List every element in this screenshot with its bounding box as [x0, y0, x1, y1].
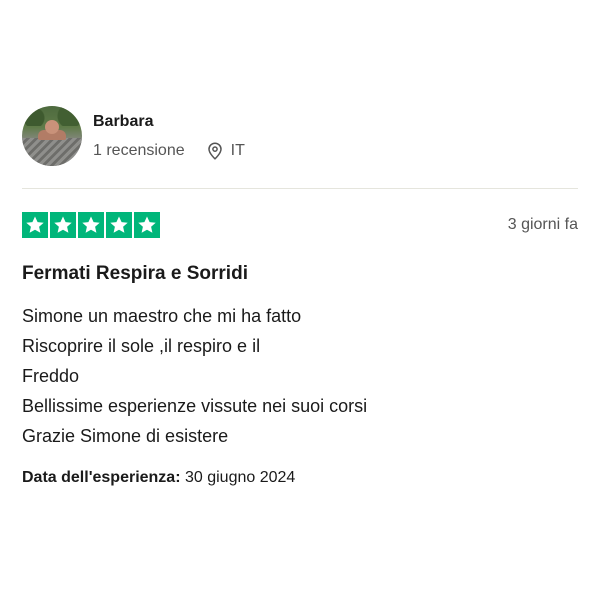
star-2	[50, 212, 76, 238]
review-body-line: Grazie Simone di esistere	[22, 426, 229, 446]
rating-row: 3 giorni fa	[22, 212, 578, 238]
star-icon	[138, 216, 156, 233]
star-icon	[54, 216, 72, 233]
reviewer-country: IT	[230, 141, 245, 159]
review-body-line: Freddo	[22, 366, 80, 386]
review-body-line: Simone un maestro che mi ha fatto	[22, 306, 302, 326]
divider	[22, 188, 578, 189]
reviewer-header: Barbara 1 recensione IT	[22, 106, 578, 166]
review-body-line: Bellissime esperienze vissute nei suoi c…	[22, 396, 368, 416]
avatar[interactable]	[22, 106, 82, 166]
review-title[interactable]: Fermati Respira e Sorridi	[22, 262, 578, 286]
star-icon	[82, 216, 100, 233]
experience-date-value: 30 giugno 2024	[184, 469, 296, 486]
reviews-count: 1 recensione	[93, 141, 185, 159]
star-1	[22, 212, 48, 238]
star-icon	[26, 216, 44, 233]
review-body-line: Riscoprire il sole ,il respiro e il	[22, 336, 261, 356]
reviewer-meta: Barbara 1 recensione IT	[93, 112, 245, 161]
experience-date: Data dell'esperienza: 30 giugno 2024	[22, 469, 578, 487]
review-body: Simone un maestro che mi ha fatto Riscopr…	[22, 301, 578, 451]
review-card: Barbara 1 recensione IT 3 giorni fa Ferm…	[22, 106, 578, 487]
review-date: 3 giorni fa	[507, 216, 578, 233]
avatar-person-head	[45, 120, 59, 134]
location-pin-icon	[207, 141, 223, 160]
star-rating	[22, 212, 160, 238]
star-3	[78, 212, 104, 238]
star-icon	[110, 216, 128, 233]
star-4	[106, 212, 132, 238]
star-5	[134, 212, 160, 238]
avatar-water	[22, 138, 82, 166]
reviewer-name[interactable]: Barbara	[93, 112, 245, 132]
reviewer-details: 1 recensione IT	[93, 141, 245, 161]
experience-date-label: Data dell'esperienza:	[22, 469, 181, 486]
